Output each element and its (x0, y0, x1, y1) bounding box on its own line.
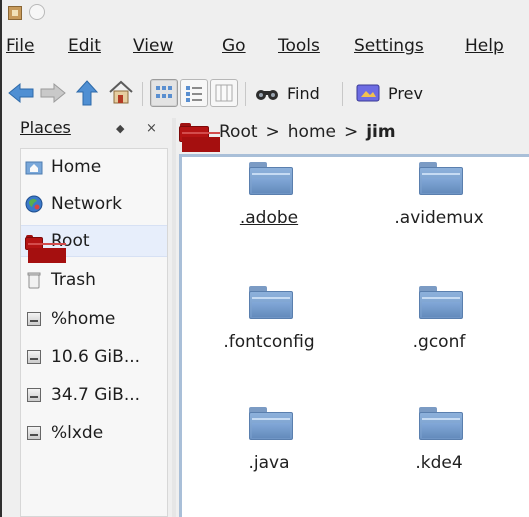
menu-help-label: Help (465, 36, 504, 56)
folder-icon (249, 162, 293, 196)
float-panel-icon[interactable]: ◆ (116, 122, 124, 135)
column-view-icon (215, 84, 233, 102)
sidebar-item-label: Network (51, 194, 122, 214)
sidebar-item-label: Home (51, 157, 102, 177)
details-view-icon (186, 86, 202, 102)
find-button[interactable]: Find (254, 78, 320, 108)
file-manager-window: File Edit View Go Tools Settings Help Fi… (0, 0, 529, 517)
menu-file[interactable]: File (6, 36, 34, 56)
toolbar-separator (142, 82, 143, 106)
sidebar-item-label: Trash (51, 270, 96, 290)
sidebar-item-drive-34-7[interactable]: 34.7 GiB... (21, 379, 167, 411)
icon-view-button[interactable] (150, 79, 178, 107)
toolbar-separator (245, 82, 246, 106)
places-title: Places (20, 118, 71, 137)
folder-item-gconf[interactable]: .gconf (369, 286, 509, 360)
menu-view-label: View (133, 36, 174, 56)
sidebar-item-home-drive[interactable]: %home (21, 303, 167, 335)
folder-item-kde4[interactable]: .kde4 (369, 407, 509, 481)
forward-arrow-icon (40, 82, 66, 104)
trash-icon (25, 271, 43, 289)
folder-label: .kde4 (415, 453, 463, 473)
breadcrumb-separator: > (343, 122, 359, 142)
binoculars-icon (256, 90, 278, 100)
sidebar-item-label: %home (51, 309, 116, 329)
menu-edit[interactable]: Edit (68, 36, 101, 56)
back-arrow-icon (8, 82, 34, 104)
breadcrumb-root[interactable]: Root (219, 122, 258, 142)
drive-icon (25, 348, 43, 366)
places-sidebar: Home Network Root Trash %home 10.6 GiB..… (20, 148, 168, 517)
folder-icon (249, 286, 293, 320)
menu-edit-label: Edit (68, 36, 101, 56)
folder-label: .java (248, 453, 290, 473)
menu-file-label: File (6, 36, 35, 56)
title-bar (2, 0, 529, 30)
folder-icon (419, 407, 463, 441)
network-globe-icon (25, 195, 43, 213)
breadcrumb-home[interactable]: home (288, 122, 336, 142)
red-folder-icon (179, 123, 220, 152)
folder-label: .fontconfig (223, 332, 315, 352)
detail-view-button[interactable] (180, 79, 208, 107)
up-arrow-icon (75, 80, 99, 106)
sidebar-item-lxde[interactable]: %lxde (21, 417, 167, 449)
close-panel-icon[interactable]: × (146, 121, 157, 136)
folder-icon (419, 286, 463, 320)
icon-view-icon (156, 86, 172, 98)
forward-button[interactable] (38, 78, 68, 108)
menu-settings[interactable]: Settings (354, 36, 424, 56)
preview-button-label: Prev (388, 83, 423, 103)
find-button-label: Find (287, 83, 320, 103)
places-header: Places ◆ × (20, 118, 168, 142)
home-button[interactable] (106, 78, 136, 108)
folder-label: .gconf (412, 332, 466, 352)
sidebar-item-trash[interactable]: Trash (21, 264, 167, 296)
folder-item-fontconfig[interactable]: .fontconfig (199, 286, 339, 360)
menu-go-label: Go (222, 36, 246, 56)
drive-icon (25, 310, 43, 328)
sidebar-item-label: 34.7 GiB... (51, 385, 141, 405)
sidebar-item-network[interactable]: Network (21, 188, 167, 220)
sidebar-item-home[interactable]: Home (21, 151, 167, 183)
sidebar-item-label: 10.6 GiB... (51, 347, 141, 367)
sidebar-item-label: %lxde (51, 423, 104, 443)
folder-icon (419, 162, 463, 196)
sidebar-item-drive-10-6[interactable]: 10.6 GiB... (21, 341, 167, 373)
home-folder-icon (25, 158, 43, 176)
folder-item-java[interactable]: .java (199, 407, 339, 481)
folder-icon (249, 407, 293, 441)
drive-icon (25, 424, 43, 442)
breadcrumb-jim[interactable]: jim (366, 122, 395, 142)
up-button[interactable] (72, 78, 102, 108)
column-view-button[interactable] (210, 79, 238, 107)
file-view[interactable]: .adobe .avidemux .fontconfig .gconf .jav… (179, 154, 529, 517)
preview-icon (356, 84, 380, 102)
main-toolbar: Find Prev (2, 74, 529, 112)
folder-label: .avidemux (394, 208, 484, 228)
menu-tools[interactable]: Tools (278, 36, 320, 56)
menu-settings-label: Settings (354, 36, 424, 56)
menu-go[interactable]: Go (222, 36, 246, 56)
menu-help[interactable]: Help (465, 36, 504, 56)
folder-item-adobe[interactable]: .adobe (199, 162, 339, 236)
window-menu-button[interactable] (29, 4, 45, 20)
folder-label: .adobe (239, 208, 299, 228)
app-icon (8, 6, 22, 20)
menu-tools-label: Tools (278, 36, 320, 56)
folder-item-avidemux[interactable]: .avidemux (369, 162, 509, 236)
home-icon (109, 80, 133, 104)
breadcrumb: Root > home > jim (179, 118, 529, 152)
red-folder-icon (25, 232, 66, 263)
sidebar-item-root[interactable]: Root (21, 225, 167, 263)
back-button[interactable] (6, 78, 36, 108)
drive-icon (25, 386, 43, 404)
toolbar-separator (342, 82, 343, 106)
menu-view[interactable]: View (133, 36, 173, 56)
menu-bar: File Edit View Go Tools Settings Help (2, 36, 529, 66)
preview-button[interactable]: Prev (355, 78, 423, 108)
sidebar-splitter[interactable] (172, 118, 176, 517)
breadcrumb-separator: > (265, 122, 280, 142)
